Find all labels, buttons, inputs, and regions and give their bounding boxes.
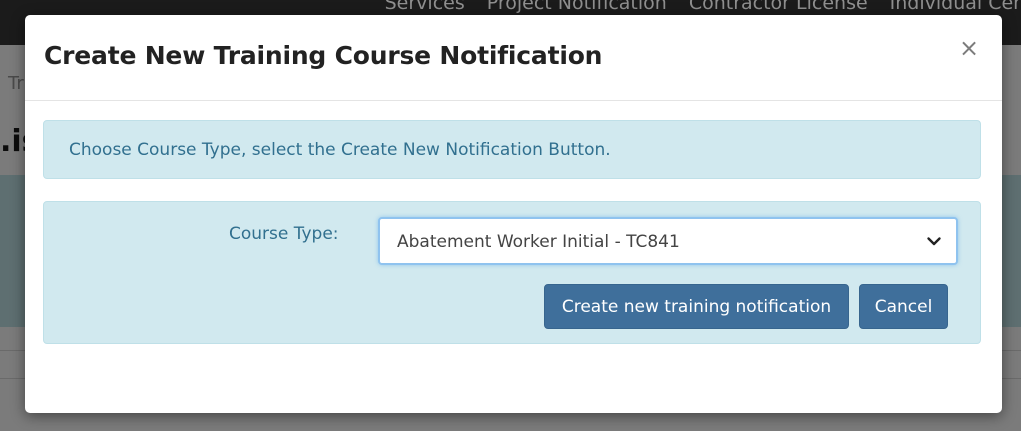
info-alert: Choose Course Type, select the Create Ne… [43, 120, 981, 179]
course-type-selected-value: Abatement Worker Initial - TC841 [397, 232, 680, 252]
close-icon: × [958, 34, 980, 62]
chevron-down-icon [927, 237, 941, 246]
modal-title: Create New Training Course Notification [44, 41, 603, 70]
info-alert-text: Choose Course Type, select the Create Ne… [69, 140, 611, 160]
create-notification-button[interactable]: Create new training notification [544, 284, 849, 329]
course-type-select[interactable]: Abatement Worker Initial - TC841 [378, 217, 958, 265]
nav-link-contractor-license: Contractor License [688, 0, 868, 14]
modal-header: Create New Training Course Notification … [25, 15, 1002, 101]
nav-link-services: Services [384, 0, 465, 14]
course-type-label: Course Type: [229, 224, 339, 244]
cancel-button[interactable]: Cancel [859, 284, 948, 329]
background-nav-links: Services Project Notification Contractor… [385, 0, 1021, 14]
nav-link-individual-cert: Individual Cer [889, 0, 1021, 14]
background-breadcrumb: Tr [8, 73, 24, 94]
create-notification-modal: Create New Training Course Notification … [25, 15, 1002, 413]
course-type-form: Course Type: Abatement Worker Initial - … [43, 201, 981, 344]
close-button[interactable]: × [958, 34, 980, 62]
nav-link-project-notification: Project Notification [486, 0, 667, 14]
